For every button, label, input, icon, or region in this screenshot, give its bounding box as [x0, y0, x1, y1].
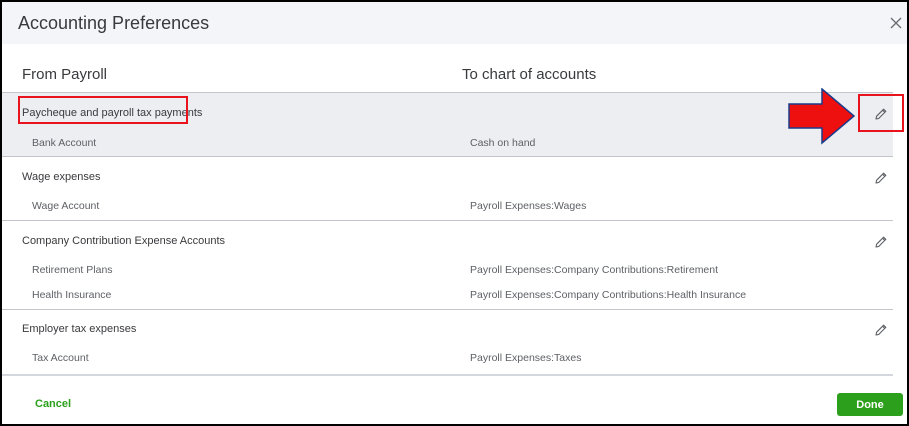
annotation-arrow — [788, 88, 856, 145]
section-company-contributions: Company Contribution Expense Accounts Re… — [2, 220, 893, 309]
section-title: Wage expenses — [22, 171, 101, 183]
section-title: Employer tax expenses — [22, 323, 137, 335]
row-from-label: Retirement Plans — [32, 264, 113, 276]
edit-paycheque-button[interactable] — [873, 106, 889, 122]
close-icon — [890, 17, 902, 29]
row-from-label: Bank Account — [32, 137, 97, 149]
dialog-title: Accounting Preferences — [18, 13, 210, 33]
section-employer-tax-expenses: Employer tax expenses Tax Account Payrol… — [2, 309, 893, 373]
edit-company-contributions-button[interactable] — [873, 234, 889, 250]
pencil-icon — [875, 172, 887, 184]
row-to-account: Payroll Expenses:Company Contributions:R… — [470, 264, 719, 276]
accounting-preferences-dialog: Accounting Preferences From Payroll To c… — [0, 0, 909, 426]
row-to-account: Payroll Expenses:Wages — [470, 200, 587, 212]
footer-divider — [2, 374, 893, 376]
dialog-header: Accounting Preferences — [2, 2, 907, 44]
row-from-label: Health Insurance — [32, 289, 112, 301]
section-title: Paycheque and payroll tax payments — [22, 107, 203, 119]
section-paycheque-payments: Paycheque and payroll tax payments Bank … — [2, 92, 893, 156]
done-button[interactable]: Done — [837, 393, 903, 416]
column-header-chart-of-accounts: To chart of accounts — [462, 66, 597, 83]
row-to-account: Payroll Expenses:Taxes — [470, 352, 582, 364]
column-header-from-payroll: From Payroll — [22, 66, 108, 83]
edit-wage-expenses-button[interactable] — [873, 170, 889, 186]
pencil-icon — [875, 324, 887, 336]
row-from-label: Tax Account — [32, 352, 89, 364]
pencil-icon — [875, 108, 887, 120]
pencil-icon — [875, 236, 887, 248]
row-from-label: Wage Account — [32, 200, 100, 212]
section-wage-expenses: Wage expenses Wage Account Payroll Expen… — [2, 156, 893, 220]
account-mapping-list: Paycheque and payroll tax payments Bank … — [2, 92, 893, 373]
row-to-account: Payroll Expenses:Company Contributions:H… — [470, 289, 747, 301]
close-button[interactable] — [888, 14, 904, 32]
cancel-button[interactable]: Cancel — [35, 398, 71, 410]
section-title: Company Contribution Expense Accounts — [22, 235, 226, 247]
edit-employer-tax-button[interactable] — [873, 322, 889, 338]
row-to-account: Cash on hand — [470, 137, 536, 149]
